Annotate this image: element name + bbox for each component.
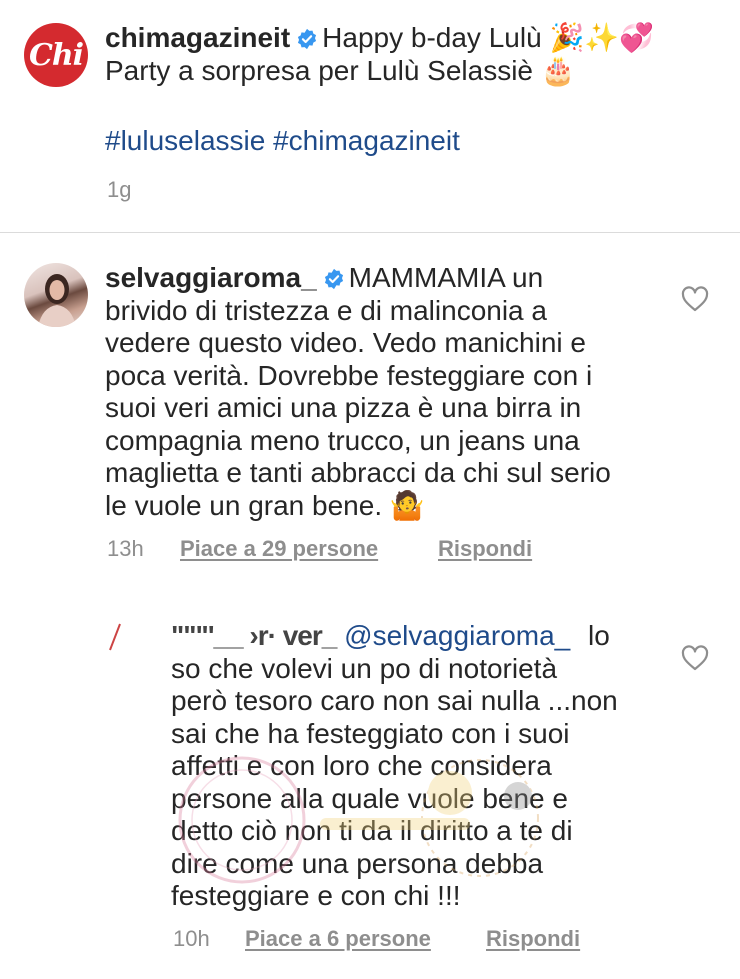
verified-badge-icon <box>324 268 343 290</box>
post-avatar[interactable]: Chi <box>24 23 88 87</box>
watermark-stamp-icon <box>178 756 539 884</box>
post-caption: chimagazineit Happy b-day Lulù 🎉✨💞 Party … <box>105 21 725 87</box>
reply-actions: 10h Piace a 6 persone Rispondi <box>173 926 580 952</box>
comment-actions: 13h Piace a 29 persone Rispondi <box>107 536 532 562</box>
party-emoji-icon: 🎉✨💞 <box>549 21 655 54</box>
reply-text-line: lo <box>588 620 610 651</box>
reply-avatar-partial[interactable] <box>104 622 126 652</box>
reply-button[interactable]: Rispondi <box>486 926 580 952</box>
chi-logo-text: Chi <box>28 37 84 73</box>
caption-line-1: Happy b-day Lulù <box>322 22 542 53</box>
comment-time: 13h <box>107 536 144 561</box>
reply-button[interactable]: Rispondi <box>438 536 532 562</box>
comment-text-line: le vuole un gran bene. <box>105 489 383 521</box>
caption-divider <box>0 232 740 233</box>
mention-link[interactable]: @selvaggiaroma_ <box>344 620 570 651</box>
comment-text-line: brivido di tristezza e di malinconia a <box>105 294 547 326</box>
likes-count-link[interactable]: Piace a 29 persone <box>180 536 438 562</box>
likes-count-link[interactable]: Piace a 6 persone <box>245 926 486 952</box>
comment-username[interactable]: selvaggiaroma_ <box>105 262 317 293</box>
comment-text-line: maglietta e tanti abbracci da chi sul se… <box>105 457 611 488</box>
comment-text-line: poca verità. Dovrebbe festeggiare con i <box>105 359 593 391</box>
reply-text-line: sai che ha festeggiato con i suoi <box>171 717 570 749</box>
shrug-emoji-icon: 🤷 <box>389 488 425 522</box>
comment-body: selvaggiaroma_ MAMMAMIA un brivido di tri… <box>105 262 665 522</box>
reply-time: 10h <box>173 926 210 951</box>
comment-avatar[interactable] <box>24 263 88 327</box>
reply-text-line: so che volevi un po di notorietà <box>171 652 558 684</box>
comment-text-line: MAMMAMIA un <box>348 262 544 293</box>
like-heart-icon[interactable] <box>681 645 709 671</box>
post-username[interactable]: chimagazineit <box>105 22 290 53</box>
reply-username[interactable]: """'__ ›r· ver_ <box>171 620 337 651</box>
hashtag-chimagazineit[interactable]: #chimagazineit <box>273 125 460 156</box>
avatar-portrait-icon <box>38 274 76 327</box>
hashtags: #luluselassie #chimagazineit <box>105 125 460 158</box>
hashtag-luluselassie[interactable]: #luluselassie <box>105 125 265 156</box>
reply-text-line: però tesoro caro non sai nulla ...non <box>171 685 618 716</box>
comment-text-line: suoi veri amici una pizza è una birra in <box>105 392 582 423</box>
caption-line-2: Party a sorpresa per Lulù Selassiè <box>105 54 533 86</box>
comment-text-line: compagnia meno trucco, un jeans una <box>105 424 580 456</box>
verified-badge-icon <box>298 28 317 50</box>
like-heart-icon[interactable] <box>681 286 709 312</box>
cake-emoji-icon: 🎂 <box>540 53 576 87</box>
comment-text-line: vedere questo video. Vedo manichini e <box>105 327 586 358</box>
post-time: 1g <box>107 177 132 202</box>
